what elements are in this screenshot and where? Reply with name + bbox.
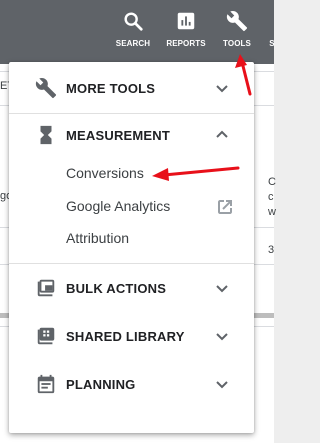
shared-library-header[interactable]: SHARED LIBRARY xyxy=(9,312,254,360)
tools-label: TOOLS xyxy=(223,39,251,48)
bar-chart-icon xyxy=(177,12,195,30)
bg-text: c xyxy=(268,191,274,203)
search-label: SEARCH xyxy=(115,39,151,48)
tools-button[interactable]: TOOLS xyxy=(209,10,265,48)
partial-label: S xyxy=(269,39,275,48)
calendar-icon xyxy=(34,372,58,396)
more-tools-header[interactable]: MORE TOOLS xyxy=(9,64,254,112)
annotation-arrow-conversions xyxy=(152,166,240,181)
reports-button[interactable]: REPORTS xyxy=(158,10,214,48)
library-grid-icon xyxy=(34,324,58,348)
measurement-header[interactable]: MEASUREMENT xyxy=(9,111,254,159)
chevron-down-icon xyxy=(214,328,230,344)
bg-text: w xyxy=(268,206,276,218)
shared-library-label: SHARED LIBRARY xyxy=(66,328,185,344)
chevron-up-icon xyxy=(214,127,230,143)
search-icon xyxy=(124,12,143,31)
chevron-down-icon xyxy=(214,80,230,96)
reports-label: REPORTS xyxy=(166,39,206,48)
wrench-icon xyxy=(226,11,248,32)
bulk-copy-icon xyxy=(34,276,58,300)
measurement-label: MEASUREMENT xyxy=(66,127,171,143)
attribution-item[interactable]: Attribution xyxy=(66,225,236,251)
planning-label: PLANNING xyxy=(66,376,136,392)
partial-toolbar-item[interactable]: S xyxy=(262,10,282,48)
wrench-icon xyxy=(34,76,58,100)
google-analytics-item[interactable]: Google Analytics xyxy=(66,193,236,219)
bg-text: C xyxy=(268,176,276,188)
chevron-down-icon xyxy=(214,376,230,392)
search-button[interactable]: SEARCH xyxy=(105,10,161,48)
bulk-actions-label: BULK ACTIONS xyxy=(66,280,167,296)
annotation-arrow-tools xyxy=(235,54,252,96)
more-tools-label: MORE TOOLS xyxy=(66,80,156,96)
bg-text: 3 xyxy=(268,244,275,256)
planning-header[interactable]: PLANNING xyxy=(9,360,254,408)
tools-menu: MORE TOOLS MEASUREMENT Conversions Googl… xyxy=(9,62,254,433)
chevron-down-icon xyxy=(214,280,230,296)
open-in-new-icon[interactable] xyxy=(216,198,234,216)
hourglass-icon xyxy=(34,123,58,147)
bulk-actions-header[interactable]: BULK ACTIONS xyxy=(9,264,254,312)
